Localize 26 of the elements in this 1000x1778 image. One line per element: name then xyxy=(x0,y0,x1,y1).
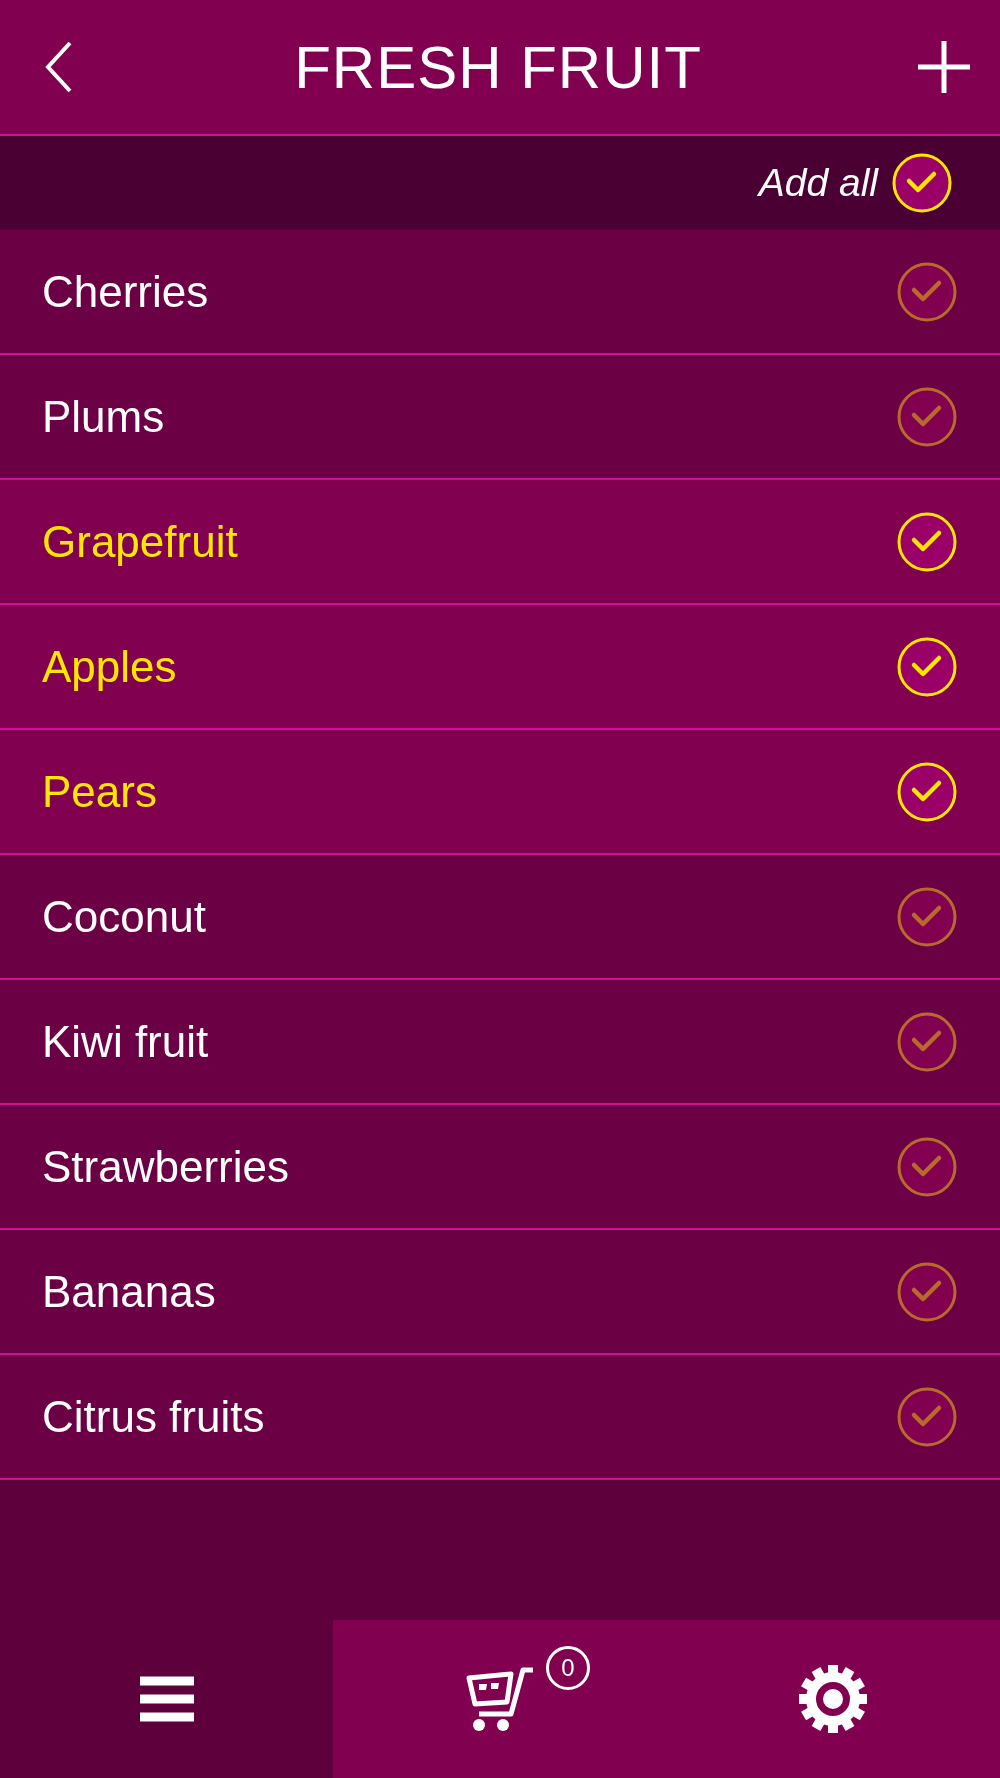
check-circle-icon[interactable] xyxy=(897,1386,957,1447)
page-title: FRESH FRUIT xyxy=(294,32,702,102)
fruit-list-item[interactable]: Kiwi fruit xyxy=(0,980,1000,1105)
check-circle-icon[interactable] xyxy=(897,1136,957,1197)
check-circle-icon[interactable] xyxy=(897,261,957,322)
cart-tab[interactable]: 0 xyxy=(333,1620,667,1778)
check-circle-icon[interactable] xyxy=(897,386,957,447)
cart-icon xyxy=(465,1666,535,1732)
check-circle-icon[interactable] xyxy=(897,886,957,947)
settings-icon xyxy=(799,1665,868,1733)
menu-icon xyxy=(139,1676,194,1722)
fruit-list-item[interactable]: Bananas xyxy=(0,1230,1000,1355)
fruit-list-item[interactable]: Grapefruit xyxy=(0,480,1000,605)
check-circle-icon[interactable] xyxy=(897,1261,957,1322)
fruit-list-item[interactable]: Citrus fruits xyxy=(0,1355,1000,1480)
check-circle-icon[interactable] xyxy=(897,1011,957,1072)
fruit-list-item[interactable]: Strawberries xyxy=(0,1105,1000,1230)
fruit-list-item[interactable]: Apples xyxy=(0,605,1000,730)
add-icon[interactable] xyxy=(916,39,972,95)
fruit-list-item[interactable]: Pears xyxy=(0,730,1000,855)
add-all-label: Add all xyxy=(758,161,878,205)
fruit-list-item[interactable]: Cherries xyxy=(0,230,1000,355)
count-badge: 0 xyxy=(546,1646,590,1690)
settings-tab[interactable] xyxy=(666,1620,1000,1778)
fruit-list-item[interactable]: Coconut xyxy=(0,855,1000,980)
fruit-list-item[interactable]: Plums xyxy=(0,355,1000,480)
